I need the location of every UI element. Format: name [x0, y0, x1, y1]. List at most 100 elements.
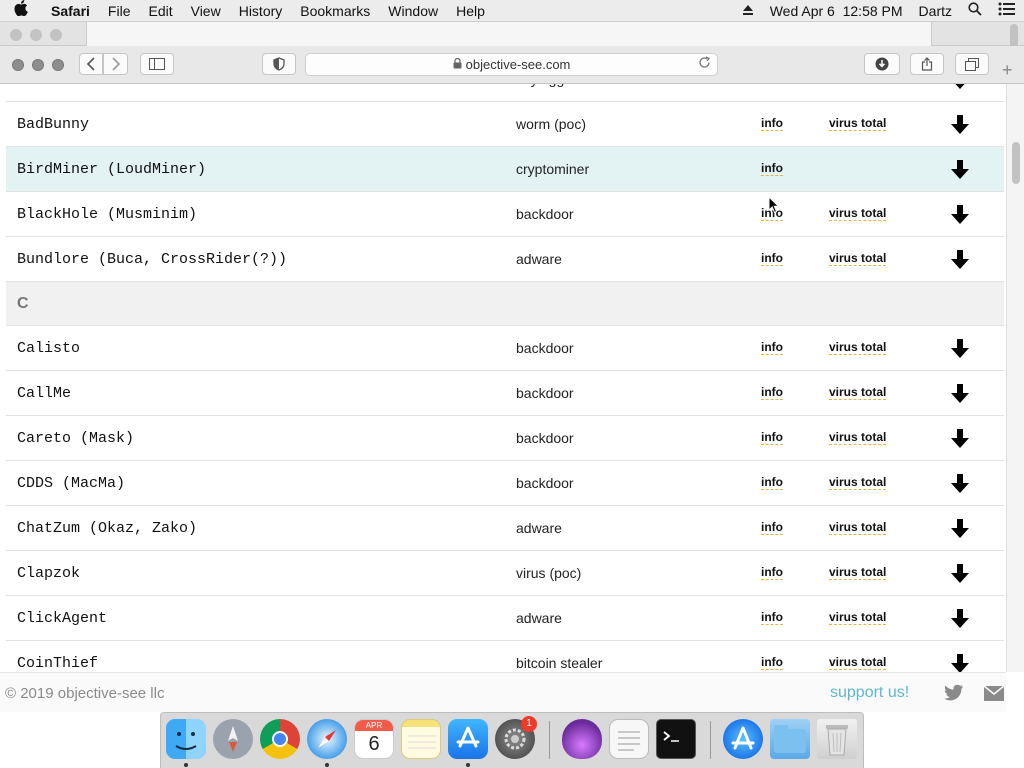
- privacy-report-button[interactable]: [262, 53, 296, 75]
- virus-total-link[interactable]: virus total: [829, 340, 887, 355]
- share-button[interactable]: [910, 53, 944, 75]
- trash-icon[interactable]: [817, 719, 857, 759]
- virus-total-link[interactable]: virus total: [829, 116, 887, 131]
- menu-app-safari[interactable]: Safari: [42, 0, 99, 22]
- virus-total-link[interactable]: virus total: [829, 565, 887, 580]
- tab-strip-scrollbar[interactable]: [1010, 24, 1018, 48]
- info-link[interactable]: info: [761, 251, 783, 266]
- menubar-user[interactable]: Dartz: [911, 3, 960, 19]
- menu-bookmarks[interactable]: Bookmarks: [291, 0, 379, 22]
- app-store-icon[interactable]: [448, 719, 488, 759]
- apple-menu-icon[interactable]: [0, 0, 42, 21]
- safari-icon[interactable]: [307, 719, 347, 759]
- virus-total-link[interactable]: virus total: [829, 206, 887, 221]
- malware-type: keylogger: [516, 84, 577, 102]
- close-window-button[interactable]: [12, 59, 24, 71]
- info-link[interactable]: info: [761, 161, 783, 176]
- download-arrow-icon[interactable]: [949, 249, 971, 271]
- download-arrow-icon[interactable]: [949, 159, 971, 181]
- menu-file[interactable]: File: [99, 0, 140, 22]
- mail-icon[interactable]: [983, 685, 1005, 701]
- menubar-clock[interactable]: Wed Apr 6 12:58 PM: [762, 3, 911, 19]
- info-link[interactable]: info: [761, 610, 783, 625]
- minimize-window-button[interactable]: [32, 59, 44, 71]
- chrome-icon[interactable]: [260, 719, 300, 759]
- malware-name[interactable]: Calisto: [17, 326, 80, 371]
- section-letter: C: [17, 295, 29, 312]
- malware-name[interactable]: BlackHole (Musminim): [17, 192, 197, 237]
- download-arrow-icon[interactable]: [949, 428, 971, 450]
- info-link[interactable]: info: [761, 520, 783, 535]
- info-link[interactable]: info: [761, 116, 783, 131]
- download-arrow-icon[interactable]: [949, 653, 971, 672]
- virus-total-link[interactable]: virus total: [829, 655, 887, 670]
- info-link[interactable]: info: [761, 430, 783, 445]
- potion-app-icon[interactable]: [562, 719, 602, 759]
- malware-name[interactable]: CoinThief: [17, 641, 98, 672]
- download-arrow-icon[interactable]: [949, 84, 971, 91]
- malware-name[interactable]: Careto (Mask): [17, 416, 134, 461]
- download-circle-icon: [875, 57, 889, 71]
- info-link[interactable]: info: [761, 340, 783, 355]
- info-link[interactable]: info: [761, 385, 783, 400]
- reload-icon[interactable]: [698, 56, 711, 72]
- download-arrow-icon[interactable]: [949, 473, 971, 495]
- malware-name[interactable]: ClickAgent: [17, 596, 107, 641]
- page-vertical-scrollbar[interactable]: [1006, 84, 1024, 672]
- finder-icon[interactable]: [166, 719, 206, 759]
- table-row-cdds: CDDS (MacMa) backdoor info virus total: [6, 461, 1004, 506]
- menu-help[interactable]: Help: [447, 0, 494, 22]
- notes-icon[interactable]: [401, 719, 441, 759]
- info-link[interactable]: info: [761, 565, 783, 580]
- malware-type: backdoor: [516, 430, 574, 446]
- downloads-button[interactable]: [864, 53, 900, 75]
- download-arrow-icon[interactable]: [949, 204, 971, 226]
- scrollbar-thumb[interactable]: [1012, 142, 1020, 184]
- download-arrow-icon[interactable]: [949, 383, 971, 405]
- terminal-icon[interactable]: [656, 719, 696, 759]
- tab-overview-button[interactable]: [955, 53, 989, 75]
- malware-name[interactable]: BirdMiner (LoudMiner): [17, 147, 206, 192]
- twitter-icon[interactable]: [944, 684, 964, 702]
- menu-history[interactable]: History: [230, 0, 292, 22]
- malware-name[interactable]: ChatZum (Okaz, Zako): [17, 506, 197, 551]
- calendar-icon[interactable]: APR 6: [354, 719, 394, 759]
- virus-total-link[interactable]: virus total: [829, 385, 887, 400]
- new-tab-plus-icon[interactable]: +: [1002, 60, 1013, 81]
- download-arrow-icon[interactable]: [949, 114, 971, 136]
- forward-button[interactable]: [103, 53, 128, 75]
- malware-name[interactable]: CDDS (MacMa): [17, 461, 125, 506]
- applications-folder-icon[interactable]: [723, 719, 763, 759]
- malware-name[interactable]: Bundlore (Buca, CrossRider(?)): [17, 237, 287, 282]
- virus-total-link[interactable]: virus total: [829, 520, 887, 535]
- sidebar-toggle-button[interactable]: [140, 53, 174, 75]
- address-bar[interactable]: objective-see.com: [305, 53, 718, 76]
- virus-total-link[interactable]: virus total: [829, 610, 887, 625]
- back-button[interactable]: [79, 53, 103, 75]
- menu-edit[interactable]: Edit: [139, 0, 181, 22]
- download-arrow-icon[interactable]: [949, 518, 971, 540]
- launchpad-icon[interactable]: [213, 719, 253, 759]
- zoom-window-button[interactable]: [52, 59, 64, 71]
- download-arrow-icon[interactable]: [949, 338, 971, 360]
- support-us-link[interactable]: support us!: [830, 684, 909, 702]
- shield-icon: [273, 57, 285, 71]
- download-arrow-icon[interactable]: [949, 608, 971, 630]
- menu-view[interactable]: View: [182, 0, 230, 22]
- virus-total-link[interactable]: virus total: [829, 251, 887, 266]
- textedit-icon[interactable]: [609, 719, 649, 759]
- malware-name[interactable]: Clapzok: [17, 551, 80, 596]
- info-link[interactable]: info: [761, 655, 783, 670]
- download-arrow-icon[interactable]: [949, 563, 971, 585]
- info-link[interactable]: info: [761, 475, 783, 490]
- virus-total-link[interactable]: virus total: [829, 475, 887, 490]
- browser-tab[interactable]: [86, 22, 932, 46]
- virus-total-link[interactable]: virus total: [829, 430, 887, 445]
- eject-icon[interactable]: [734, 3, 762, 19]
- menu-window[interactable]: Window: [379, 0, 447, 22]
- downloads-folder-icon[interactable]: [770, 719, 810, 759]
- spotlight-search-icon[interactable]: [960, 2, 990, 19]
- notification-center-icon[interactable]: [990, 2, 1024, 19]
- malware-name[interactable]: CallMe: [17, 371, 71, 416]
- malware-name[interactable]: BadBunny: [17, 102, 89, 147]
